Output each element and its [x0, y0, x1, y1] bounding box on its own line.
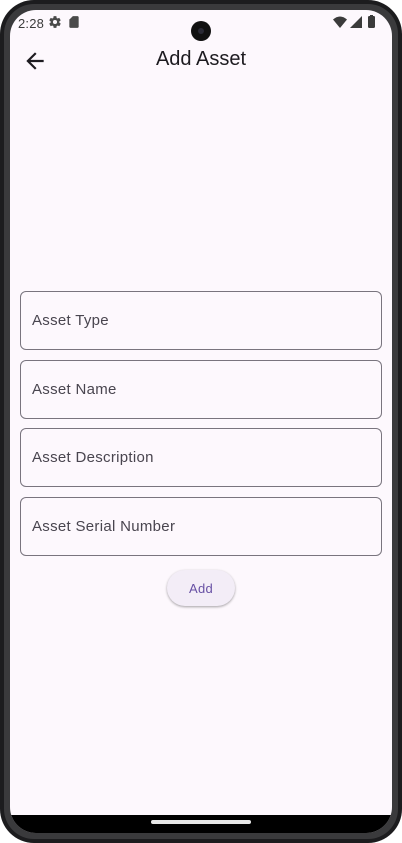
status-indicators	[332, 15, 382, 31]
asset-serial-number-label: Asset Serial Number	[32, 517, 176, 535]
add-asset-form: Asset Type Asset Name Asset Description …	[20, 291, 382, 565]
asset-name-label: Asset Name	[32, 380, 117, 398]
asset-name-field[interactable]: Asset Name	[20, 359, 382, 419]
sd-card-icon	[67, 15, 81, 29]
screen: 2:28 Add Asset Asset Type Asset Name Ass…	[10, 10, 392, 833]
page-title: Add Asset	[155, 48, 247, 70]
wifi-icon	[333, 16, 347, 28]
asset-serial-number-field[interactable]: Asset Serial Number	[20, 496, 382, 556]
status-bar: 2:28	[10, 10, 392, 41]
cellular-signal-icon	[350, 16, 362, 28]
asset-type-label: Asset Type	[32, 312, 109, 329]
app-bar: Add Asset	[10, 38, 392, 82]
settings-icon	[48, 15, 62, 29]
asset-description-label: Asset Description	[32, 449, 154, 466]
add-button[interactable]: Add	[167, 570, 235, 606]
asset-type-field[interactable]: Asset Type	[20, 291, 382, 350]
status-time: 2:28	[18, 16, 45, 31]
navigation-bar	[10, 815, 392, 833]
home-indicator[interactable]	[151, 820, 251, 824]
battery-icon	[368, 15, 375, 28]
asset-description-field[interactable]: Asset Description	[20, 428, 382, 487]
device-frame: 2:28 Add Asset Asset Type Asset Name Ass…	[0, 0, 402, 843]
